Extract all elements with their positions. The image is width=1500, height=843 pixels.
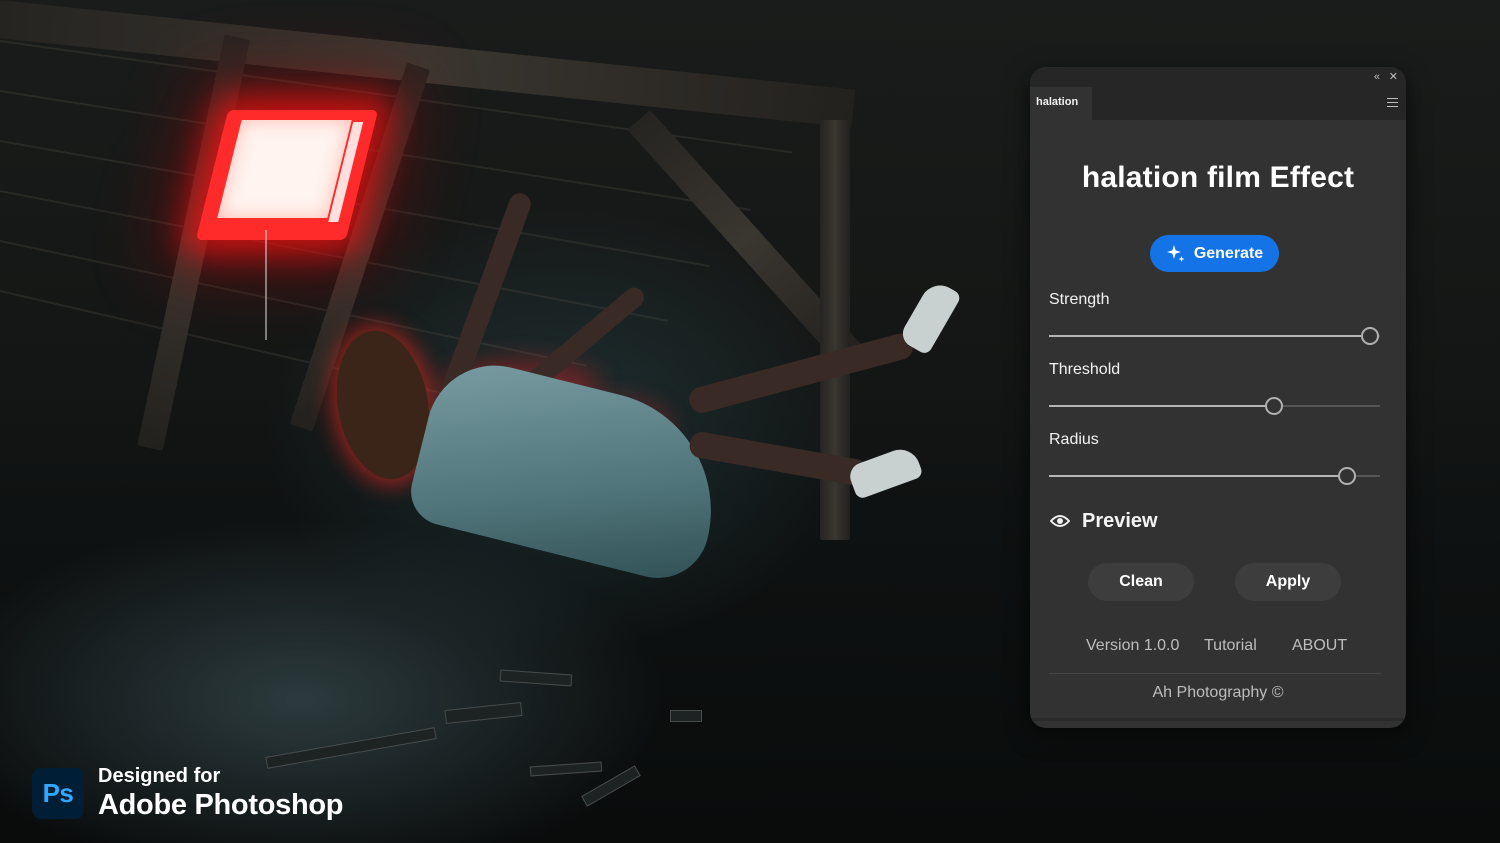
slider-thumb[interactable]	[1361, 327, 1379, 345]
adobe-photoshop-text: Adobe Photoshop	[98, 789, 344, 821]
generate-button[interactable]: Generate	[1150, 235, 1279, 272]
eye-icon	[1050, 515, 1070, 527]
designed-for-text: Designed for	[98, 765, 221, 787]
slider-fill	[1049, 405, 1265, 407]
figure-shoe	[846, 444, 924, 500]
glass-shard	[444, 702, 523, 724]
radius-slider[interactable]	[1049, 466, 1380, 486]
radius-label: Radius	[1049, 431, 1099, 448]
threshold-label: Threshold	[1049, 361, 1121, 378]
photoshop-logo-letters: Ps	[42, 778, 74, 808]
halation-panel: « ✕ halation halation film Effect Genera…	[1030, 67, 1406, 728]
skylight-pane	[217, 120, 352, 218]
slider-thumb[interactable]	[1265, 397, 1283, 415]
figure-leg	[686, 330, 916, 416]
panel-tabstrip: halation	[1030, 87, 1406, 120]
strength-label: Strength	[1049, 291, 1110, 308]
tutorial-link[interactable]: Tutorial	[1204, 637, 1257, 655]
copyright-text: Ah Photography ©	[1152, 684, 1284, 701]
glass-shard	[499, 669, 573, 687]
slider-fill	[1049, 335, 1361, 337]
panel-bottom-edge	[1030, 718, 1406, 721]
preview-toggle[interactable]: Preview	[1050, 508, 1158, 534]
roof-beam	[0, 0, 856, 128]
slider-fill	[1049, 475, 1338, 477]
about-link[interactable]: ABOUT	[1292, 637, 1347, 655]
clean-button[interactable]: Clean	[1088, 563, 1194, 601]
photoshop-logo: Ps	[32, 768, 84, 819]
glass-shard	[529, 761, 603, 777]
sparkle-icon	[1166, 244, 1185, 262]
version-link[interactable]: Version 1.0.0	[1086, 637, 1179, 655]
preview-label: Preview	[1082, 509, 1158, 532]
apply-button[interactable]: Apply	[1235, 563, 1341, 601]
footer-divider	[1049, 673, 1382, 674]
figure-dress	[403, 351, 737, 589]
strength-slider[interactable]	[1049, 326, 1380, 346]
slider-thumb[interactable]	[1338, 467, 1356, 485]
panel-titlebar: « ✕	[1030, 67, 1406, 87]
roof-beam	[137, 34, 250, 451]
panel-title: halation film Effect	[1081, 161, 1355, 194]
glass-shard	[265, 727, 437, 769]
generate-button-label: Generate	[1193, 244, 1264, 262]
figure-shoe	[897, 278, 963, 356]
skylight-window	[195, 110, 379, 240]
collapse-icon[interactable]: «	[1374, 70, 1380, 84]
roof-plank	[0, 290, 507, 409]
threshold-slider[interactable]	[1049, 396, 1380, 416]
tab-halation[interactable]: halation	[1030, 87, 1092, 120]
close-icon[interactable]: ✕	[1389, 70, 1398, 84]
panel-menu-icon[interactable]	[1387, 98, 1398, 107]
rope	[265, 230, 267, 340]
glass-shard	[670, 710, 702, 722]
